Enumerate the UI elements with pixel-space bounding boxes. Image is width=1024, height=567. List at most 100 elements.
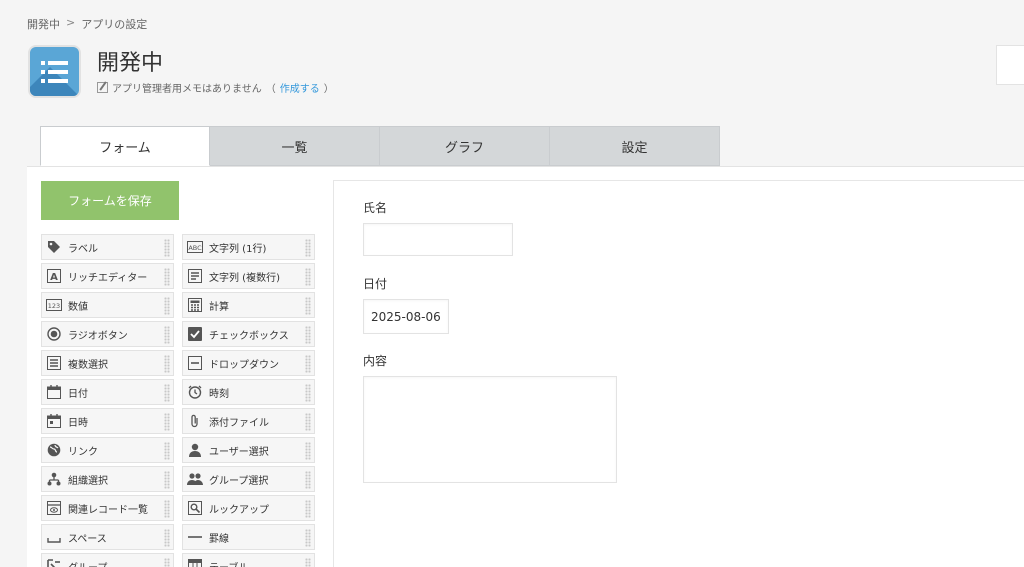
globe-icon [46, 442, 62, 458]
field-item-lookup[interactable]: ルックアップ [182, 495, 315, 521]
checkbox-icon [187, 326, 203, 342]
create-memo-link[interactable]: 作成する [280, 80, 320, 95]
table-icon [187, 558, 203, 567]
field-item-attachment[interactable]: 添付ファイル [182, 408, 315, 434]
breadcrumb-root-link[interactable]: 開発中 [27, 16, 60, 32]
drag-handle-icon[interactable] [305, 442, 311, 460]
drag-handle-icon[interactable] [305, 500, 311, 518]
drag-handle-icon[interactable] [164, 239, 170, 257]
tab-graph[interactable]: グラフ [380, 126, 550, 166]
content-field[interactable] [363, 376, 617, 483]
field-item-link[interactable]: リンク [41, 437, 174, 463]
user-icon [187, 442, 203, 458]
field-item-text: グループ選択 [209, 475, 269, 487]
field-item-text: 組織選択 [68, 475, 108, 487]
breadcrumb: 開発中 > アプリの設定 [27, 16, 147, 32]
drag-handle-icon[interactable] [164, 442, 170, 460]
drag-handle-icon[interactable] [305, 297, 311, 315]
field-item-multi-line-text[interactable]: 文字列 (複数行) [182, 263, 315, 289]
calculator-icon [187, 297, 203, 313]
field-item-single-line-text[interactable]: ABC 文字列 (1行) [182, 234, 315, 260]
field-item-number[interactable]: 123 数値 [41, 292, 174, 318]
drag-handle-icon[interactable] [164, 529, 170, 547]
multi-select-icon [46, 355, 62, 371]
field-item-dropdown[interactable]: ドロップダウン [182, 350, 315, 376]
multiline-text-icon [187, 268, 203, 284]
field-item-text: 日時 [68, 417, 88, 429]
tab-settings[interactable]: 設定 [550, 126, 720, 166]
content-field-label: 内容 [363, 354, 388, 368]
field-item-text: 文字列 (1行) [209, 243, 267, 255]
number-icon: 123 [46, 297, 62, 313]
field-palette: ラベル ABC 文字列 (1行) A リッチエディター 文字列 (複数行) 12… [41, 234, 315, 567]
drag-handle-icon[interactable] [305, 268, 311, 286]
save-form-button[interactable]: フォームを保存 [41, 181, 179, 220]
memo-text: アプリ管理者用メモはありません [112, 84, 262, 95]
drag-handle-icon[interactable] [305, 239, 311, 257]
field-item-text: ユーザー選択 [209, 446, 269, 458]
date-field[interactable]: 2025-08-06 [363, 299, 449, 334]
field-item-table[interactable]: テーブル [182, 553, 315, 567]
tab-form[interactable]: フォーム [40, 126, 210, 166]
field-item-label[interactable]: ラベル [41, 234, 174, 260]
drag-handle-icon[interactable] [305, 471, 311, 489]
clock-icon [187, 384, 203, 400]
field-item-calculation[interactable]: 計算 [182, 292, 315, 318]
field-item-user-select[interactable]: ユーザー選択 [182, 437, 315, 463]
field-item-border-line[interactable]: 罫線 [182, 524, 315, 550]
drag-handle-icon[interactable] [305, 326, 311, 344]
drag-handle-icon[interactable] [164, 297, 170, 315]
field-item-datetime[interactable]: 日時 [41, 408, 174, 434]
rich-text-icon: A [46, 268, 62, 284]
field-item-group[interactable]: グループ [41, 553, 174, 567]
svg-text:123: 123 [48, 302, 60, 310]
breadcrumb-current: アプリの設定 [81, 18, 148, 31]
field-item-text: 関連レコード一覧 [68, 504, 148, 516]
drag-handle-icon[interactable] [164, 326, 170, 344]
abc-icon: ABC [187, 239, 203, 255]
field-item-text: 罫線 [209, 533, 229, 545]
field-item-text: スペース [68, 533, 107, 545]
datetime-icon [46, 413, 62, 429]
field-item-space[interactable]: スペース [41, 524, 174, 550]
header-action-button[interactable] [996, 45, 1024, 85]
date-field-label: 日付 [363, 277, 388, 291]
org-icon [46, 471, 62, 487]
field-item-radio-button[interactable]: ラジオボタン [41, 321, 174, 347]
drag-handle-icon[interactable] [305, 384, 311, 402]
memo-paren-open: （ [265, 84, 276, 95]
field-item-date[interactable]: 日付 [41, 379, 174, 405]
field-item-text: チェックボックス [209, 330, 289, 342]
drag-handle-icon[interactable] [305, 355, 311, 373]
field-item-org-select[interactable]: 組織選択 [41, 466, 174, 492]
drag-handle-icon[interactable] [305, 529, 311, 547]
drag-handle-icon[interactable] [164, 500, 170, 518]
line-icon [187, 529, 203, 545]
field-item-text: 計算 [209, 301, 229, 313]
field-item-time[interactable]: 時刻 [182, 379, 315, 405]
settings-tabs: フォーム 一覧 グラフ 設定 [40, 126, 720, 166]
field-item-multi-select[interactable]: 複数選択 [41, 350, 174, 376]
field-item-text: リッチエディター [68, 272, 148, 284]
field-item-related-records[interactable]: 関連レコード一覧 [41, 495, 174, 521]
field-item-text: 時刻 [209, 388, 229, 400]
field-item-checkbox[interactable]: チェックボックス [182, 321, 315, 347]
field-item-rich-editor[interactable]: A リッチエディター [41, 263, 174, 289]
drag-handle-icon[interactable] [164, 471, 170, 489]
field-item-group-select[interactable]: グループ選択 [182, 466, 315, 492]
drag-handle-icon[interactable] [164, 355, 170, 373]
drag-handle-icon[interactable] [164, 268, 170, 286]
drag-handle-icon[interactable] [305, 558, 311, 567]
drag-handle-icon[interactable] [164, 558, 170, 567]
drag-handle-icon[interactable] [164, 413, 170, 431]
drag-handle-icon[interactable] [305, 413, 311, 431]
field-item-text: テーブル [209, 559, 248, 567]
app-memo: アプリ管理者用メモはありません（ 作成する） [97, 80, 334, 95]
form-layout-canvas[interactable]: 氏名 日付 2025-08-06 内容 [333, 180, 1024, 567]
breadcrumb-separator: > [66, 16, 76, 29]
field-item-text: 日付 [68, 388, 88, 400]
lookup-icon [187, 500, 203, 516]
tab-list[interactable]: 一覧 [210, 126, 380, 166]
drag-handle-icon[interactable] [164, 384, 170, 402]
name-field[interactable] [363, 223, 513, 256]
